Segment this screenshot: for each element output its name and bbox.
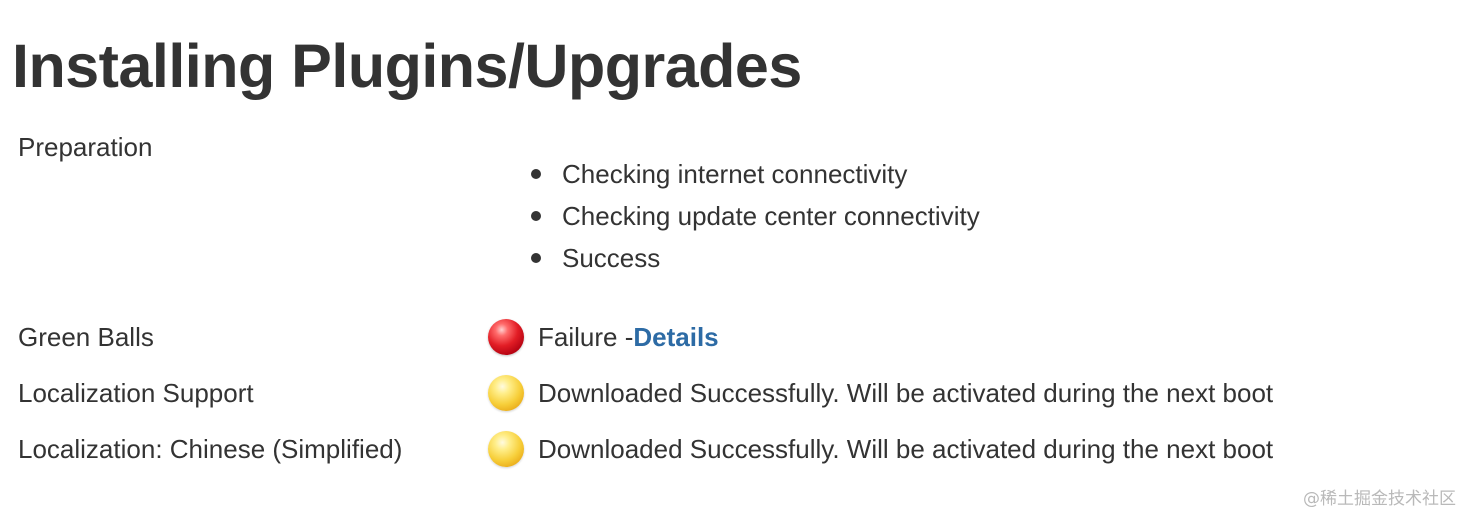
plugin-name-green-balls: Green Balls: [18, 322, 154, 352]
preparation-step: Checking internet connectivity: [528, 156, 980, 198]
plugin-status-green-balls: Failure - Details: [488, 317, 719, 357]
status-text: Downloaded Successfully. Will be activat…: [538, 378, 1274, 408]
red-ball-icon: [488, 319, 524, 355]
preparation-steps-list: Checking internet connectivity Checking …: [528, 156, 980, 282]
preparation-label: Preparation: [18, 132, 153, 162]
details-link[interactable]: Details: [633, 321, 718, 353]
page-title: Installing Plugins/Upgrades: [12, 32, 802, 100]
plugin-name-localization-support: Localization Support: [18, 378, 254, 408]
status-text: Downloaded Successfully. Will be activat…: [538, 434, 1274, 464]
preparation-step: Checking update center connectivity: [528, 198, 980, 240]
watermark: @稀土掘金技术社区: [1303, 489, 1456, 509]
preparation-step-text: Checking update center connectivity: [562, 201, 980, 231]
bullet-icon: [531, 211, 541, 221]
plugin-status-localization-support: Downloaded Successfully. Will be activat…: [488, 373, 1273, 413]
status-text: Failure -: [538, 322, 634, 352]
preparation-step: Success: [528, 240, 980, 282]
bullet-icon: [531, 253, 541, 263]
yellow-ball-icon: [488, 431, 524, 467]
bullet-icon: [531, 169, 541, 179]
yellow-ball-icon: [488, 375, 524, 411]
preparation-step-text: Success: [562, 243, 661, 273]
preparation-step-text: Checking internet connectivity: [562, 159, 908, 189]
plugin-name-localization-chinese: Localization: Chinese (Simplified): [18, 434, 403, 464]
plugin-status-localization-chinese: Downloaded Successfully. Will be activat…: [488, 429, 1273, 469]
